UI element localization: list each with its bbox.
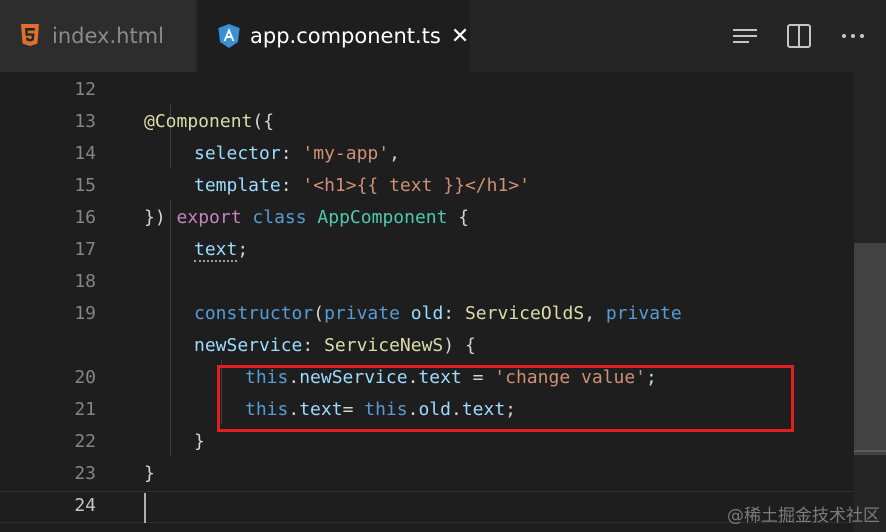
close-icon[interactable]: ✕: [451, 24, 469, 49]
tab-app-component-ts[interactable]: app.component.ts ✕: [198, 0, 470, 72]
line-number: 13: [74, 111, 96, 132]
code-editor[interactable]: 12 13 14 15 16 17 18 19 20 21 22 23 24 @…: [0, 72, 886, 532]
split-editor-icon[interactable]: [785, 22, 813, 50]
html5-icon: [20, 24, 40, 48]
tab-bar: index.html app.component.ts ✕: [0, 0, 886, 72]
scrollbar-marker: [854, 450, 886, 452]
annotation-highlight-box: [217, 365, 794, 432]
scrollbar-thumb[interactable]: [854, 243, 886, 455]
line-number-gutter: 12 13 14 15 16 17 18 19 20 21 22 23 24: [0, 72, 108, 532]
watermark: @稀土掘金技术社区: [727, 506, 880, 526]
line-number: 15: [74, 175, 96, 196]
code-line: }: [144, 463, 155, 484]
line-number: 16: [74, 207, 96, 228]
line-number: 17: [74, 239, 96, 260]
code-line: text;: [194, 239, 249, 262]
line-number: 19: [74, 303, 96, 324]
code-line: }) export class AppComponent {: [144, 207, 470, 228]
code-line: @Component({: [144, 111, 275, 132]
code-line: selector: 'my-app',: [194, 143, 400, 164]
editor-window: index.html app.component.ts ✕ 12 13 14 1…: [0, 0, 886, 532]
line-number: 14: [74, 143, 96, 164]
tab-label: app.component.ts: [250, 24, 441, 48]
code-line: }: [194, 431, 205, 452]
angular-icon: [218, 24, 240, 48]
line-number: 21: [74, 399, 96, 420]
text-cursor: [144, 493, 146, 523]
code-area[interactable]: @Component({ selector: 'my-app', templat…: [144, 72, 856, 532]
line-number: 23: [74, 463, 96, 484]
line-number: 22: [74, 431, 96, 452]
more-actions-icon[interactable]: [839, 22, 867, 50]
line-number: 12: [74, 79, 96, 100]
code-line: constructor(private old: ServiceOldS, pr…: [194, 303, 682, 324]
line-number-active: 24: [74, 495, 96, 516]
tab-label: index.html: [52, 24, 164, 48]
code-line-wrapped: newService: ServiceNewS) {: [194, 335, 476, 356]
line-number: 18: [74, 271, 96, 292]
code-line: template: '<h1>{{ text }}</h1>': [194, 175, 530, 196]
outline-icon[interactable]: [731, 22, 759, 50]
line-number: 20: [74, 367, 96, 388]
editor-actions: [716, 0, 886, 72]
tab-index-html[interactable]: index.html: [0, 0, 196, 72]
